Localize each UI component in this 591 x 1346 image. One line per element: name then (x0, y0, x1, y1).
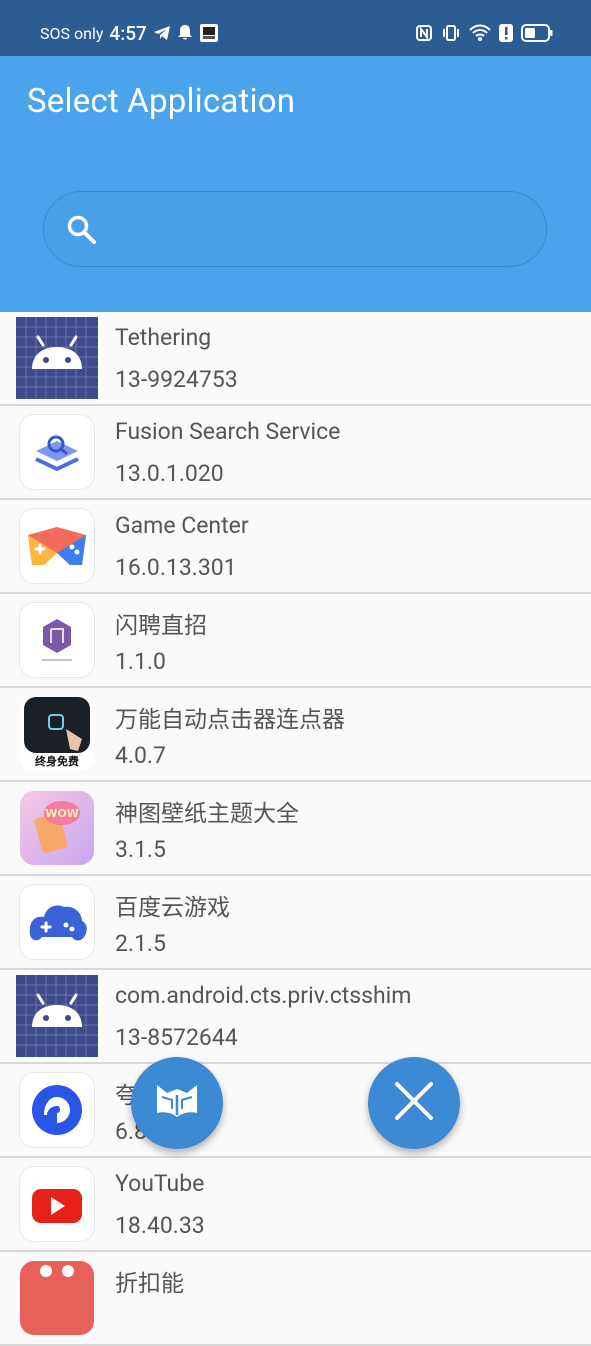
battery-icon (521, 24, 553, 42)
free-badge: 终身免费 (35, 754, 79, 768)
app-name: Game Center (115, 512, 249, 539)
app-name: YouTube (115, 1170, 205, 1197)
app-version: 4.0.7 (115, 742, 166, 769)
game-center-icon (16, 505, 98, 587)
list-item[interactable]: Tethering 13-9924753 (0, 312, 591, 406)
search-input[interactable] (124, 204, 528, 256)
app-version: 1.1.0 (115, 648, 166, 675)
sos-text: SOS only (40, 23, 104, 43)
youtube-icon (16, 1163, 98, 1245)
close-icon (394, 1081, 434, 1125)
shanpin-icon (16, 599, 98, 681)
app-version: 13-9924753 (115, 366, 238, 393)
list-item[interactable]: com.android.cts.priv.ctsshim 13-8572644 (0, 970, 591, 1064)
app-name: 折扣能 (115, 1270, 184, 1297)
list-item[interactable]: WOW 神图壁纸主题大全 3.1.5 (0, 782, 591, 876)
list-item[interactable]: 终身免费 万能自动点击器连点器 4.0.7 (0, 688, 591, 782)
close-button[interactable] (368, 1057, 460, 1149)
app-name: com.android.cts.priv.ctsshim (115, 982, 412, 1009)
app-version: 16.0.13.301 (115, 554, 237, 581)
app-version: 3.1.5 (115, 836, 166, 863)
app-notification-icon (199, 23, 219, 43)
list-item[interactable]: YouTube 18.40.33 (0, 1158, 591, 1252)
app-list: Tethering 13-9924753 Fusion Search Servi… (0, 312, 591, 1346)
app-version: 18.40.33 (115, 1212, 205, 1239)
app-name: 神图壁纸主题大全 (115, 800, 299, 827)
quark-icon (16, 1069, 98, 1151)
list-item[interactable]: 折扣能 (0, 1252, 591, 1346)
app-name: Fusion Search Service (115, 418, 341, 445)
app-name: 百度云游戏 (115, 894, 230, 921)
fusion-search-icon (16, 411, 98, 493)
bell-icon (177, 24, 193, 42)
status-time: 4:57 (109, 21, 147, 45)
list-item[interactable]: Fusion Search Service 13.0.1.020 (0, 406, 591, 500)
zhekou-icon (16, 1257, 98, 1339)
page-title: Select Application (27, 82, 296, 121)
fox-book-icon (154, 1081, 200, 1125)
wifi-icon (469, 24, 491, 42)
auto-clicker-icon: 终身免费 (16, 693, 98, 775)
list-item[interactable]: 百度云游戏 2.1.5 (0, 876, 591, 970)
telegram-icon (153, 25, 171, 41)
android-icon (16, 975, 98, 1057)
app-name: 万能自动点击器连点器 (115, 706, 345, 733)
app-version: 2.1.5 (115, 930, 166, 957)
nfc-icon (415, 24, 433, 42)
wallpaper-icon: WOW (16, 787, 98, 869)
search-icon[interactable] (66, 214, 98, 250)
status-bar: SOS only 4:57 (0, 0, 591, 56)
alert-icon (499, 24, 513, 42)
list-item[interactable]: Game Center 16.0.13.301 (0, 500, 591, 594)
app-bar: Select Application (0, 56, 591, 312)
app-version: 13-8572644 (115, 1024, 238, 1051)
search-box[interactable] (43, 191, 547, 267)
app-name: 闪聘直招 (115, 612, 207, 639)
baidu-cloud-game-icon (16, 881, 98, 963)
app-name: Tethering (115, 324, 212, 351)
fox-book-button[interactable] (131, 1057, 223, 1149)
app-version: 13.0.1.020 (115, 460, 224, 487)
svg-text:WOW: WOW (45, 807, 79, 820)
android-icon (16, 317, 98, 399)
vibrate-icon (441, 24, 461, 42)
list-item[interactable]: 夸 6.8 (0, 1064, 591, 1158)
list-item[interactable]: 闪聘直招 1.1.0 (0, 594, 591, 688)
